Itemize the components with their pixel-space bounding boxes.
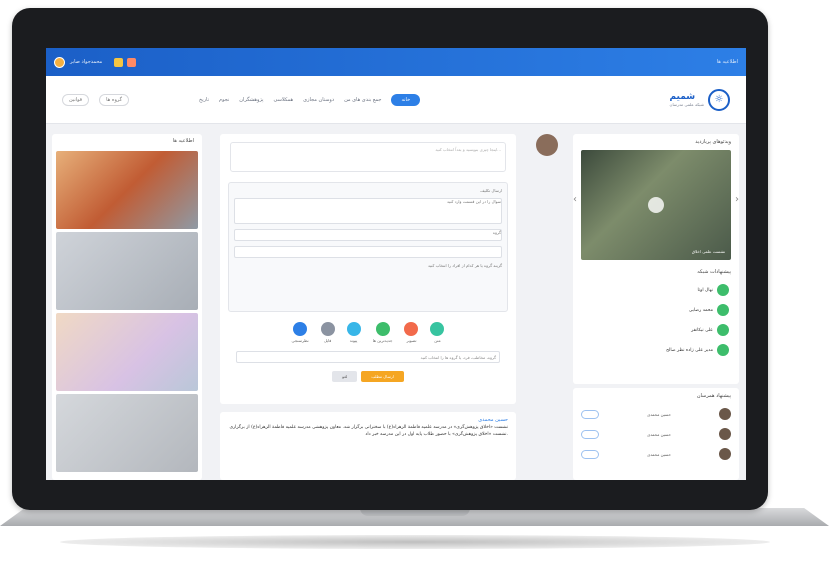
image-icon [404,322,419,336]
laptop-lid: محمدجواد صابر اطلاعیه ها قوانین گروه ها … [12,8,768,510]
share-box: ارسال تکلیف سوال را در این قسمت وارد کنی… [228,182,508,312]
avatar[interactable] [719,448,731,460]
nav-item[interactable]: دوستان مجازی [303,97,334,103]
announcement-thumb[interactable] [56,313,198,391]
user-icon [717,324,729,336]
list-item: حسین محمدی [573,424,739,444]
file-icon [320,322,335,336]
chat-icon [375,322,390,336]
user-avatar[interactable] [54,56,65,68]
username[interactable]: محمدجواد صابر [70,59,102,65]
video-thumb[interactable]: نشست علمی اخلاق [581,150,731,260]
composer-panel: اینجا چیزی بنویسید و بعداً انتخاب کنید..… [220,134,516,404]
suggestion-item[interactable]: محمد رضایی [573,300,739,320]
post-text: نشست «اخلاق پژوهش‌گری» در مدرسه علمیه فا… [229,425,508,438]
question-field[interactable]: سوال را در این قسمت وارد کنید [234,198,502,224]
play-icon[interactable] [648,197,664,213]
laptop-shadow [60,535,770,549]
composer-input[interactable]: اینجا چیزی بنویسید و بعداً انتخاب کنید..… [230,142,506,172]
notification-icon[interactable] [114,57,124,67]
post-author[interactable]: حسین محمدی [228,416,508,424]
nav-item-home[interactable]: خانه [391,93,421,106]
link-icon [346,322,361,336]
submit-button[interactable]: ارسال مطلب [361,371,404,382]
screen: محمدجواد صابر اطلاعیه ها قوانین گروه ها … [46,48,746,480]
people-panel: پیشنهاد همرسان حسین محمدی حسین محمدی حسی… [573,388,739,480]
attachment-icons: نظرسنجی فایل پیوند جدیدترین ها تصویر متن [220,322,516,343]
announcement-thumb[interactable] [56,232,198,310]
group-field[interactable]: گروه [234,229,502,241]
avatar[interactable] [719,428,731,440]
groups-button[interactable]: گروه ها [99,93,130,106]
secondary-field[interactable] [234,246,502,258]
topbar-right-text[interactable]: اطلاعیه ها [717,59,738,65]
poll-button[interactable]: نظرسنجی [292,322,309,343]
image-button[interactable]: تصویر [404,322,419,343]
brand-logo[interactable]: شمیم شبکه علمی مدرسان ☼ [669,88,730,111]
next-arrow-icon[interactable]: › [735,194,739,205]
post-card: حسین محمدی نشست «اخلاق پژوهش‌گری» در مدر… [220,412,516,480]
brand-name: شمیم [669,92,696,102]
user-icon [717,344,729,356]
text-button[interactable]: متن [430,322,445,343]
suggestion-item[interactable]: علی نیکانفر [573,320,739,340]
cancel-button[interactable]: لغو [332,371,358,382]
share-note: گزینه گروه یا هر کدام از افراد را انتخاب… [427,263,502,268]
brand-emblem-icon: ☼ [708,88,730,111]
header: قوانین گروه ها تاریخ نجوم پژوهشگران همکل… [46,76,746,124]
link-button[interactable]: پیوند [346,322,361,343]
announcements-panel: اطلاعیه ها [52,134,202,480]
right-panel: ویدئوهای پربازدید نشست علمی اخلاق ‹ › پی… [573,134,739,384]
suggest-title: پیشنهادات شبکه [697,269,731,275]
nav-item[interactable]: تاریخ [199,97,209,103]
videos-title: ویدئوهای پربازدید [695,139,731,145]
main-nav: تاریخ نجوم پژوهشگران همکلاسی دوستان مجاز… [199,93,421,106]
announcement-thumb[interactable] [56,394,198,472]
suggestion-item[interactable]: نهال اوتا [573,280,739,300]
announcements-title: اطلاعیه ها [172,138,194,144]
nav-item[interactable]: همکلاسی [274,97,294,103]
video-caption: نشست علمی اخلاق [691,249,725,254]
laptop-stage: محمدجواد صابر اطلاعیه ها قوانین گروه ها … [0,0,829,567]
share-label: ارسال تکلیف [480,188,502,193]
rules-button[interactable]: قوانین [62,93,90,106]
audience-select[interactable]: گروه، مخاطب، فرد، یا گروه ها را انتخاب ک… [236,351,500,363]
people-title: پیشنهاد همرسان [696,393,731,399]
nav-item[interactable]: پژوهشگران [239,97,263,103]
prev-arrow-icon[interactable]: ‹ [573,194,577,205]
poll-icon [293,322,308,336]
follow-button[interactable] [581,429,599,439]
top-bar: محمدجواد صابر اطلاعیه ها [46,48,746,76]
brand-subtitle: شبکه علمی مدرسان [669,102,705,107]
list-item: حسین محمدی [573,444,739,464]
list-item: حسین محمدی [573,404,739,424]
profile-avatar[interactable] [536,134,558,156]
message-icon[interactable] [127,57,137,67]
nav-item[interactable]: نجوم [219,97,229,103]
suggestion-item[interactable]: مدیر علی زاده نظر صالح [573,340,739,360]
latest-button[interactable]: جدیدترین ها [373,322,392,343]
avatar[interactable] [719,408,731,420]
nav-item[interactable]: جمع بندی های من [344,97,381,103]
user-icon [717,284,729,296]
text-icon [430,322,445,336]
follow-button[interactable] [581,409,599,419]
announcement-thumb[interactable] [56,151,198,229]
user-icon [717,304,729,316]
follow-button[interactable] [581,449,599,459]
file-button[interactable]: فایل [320,322,335,343]
